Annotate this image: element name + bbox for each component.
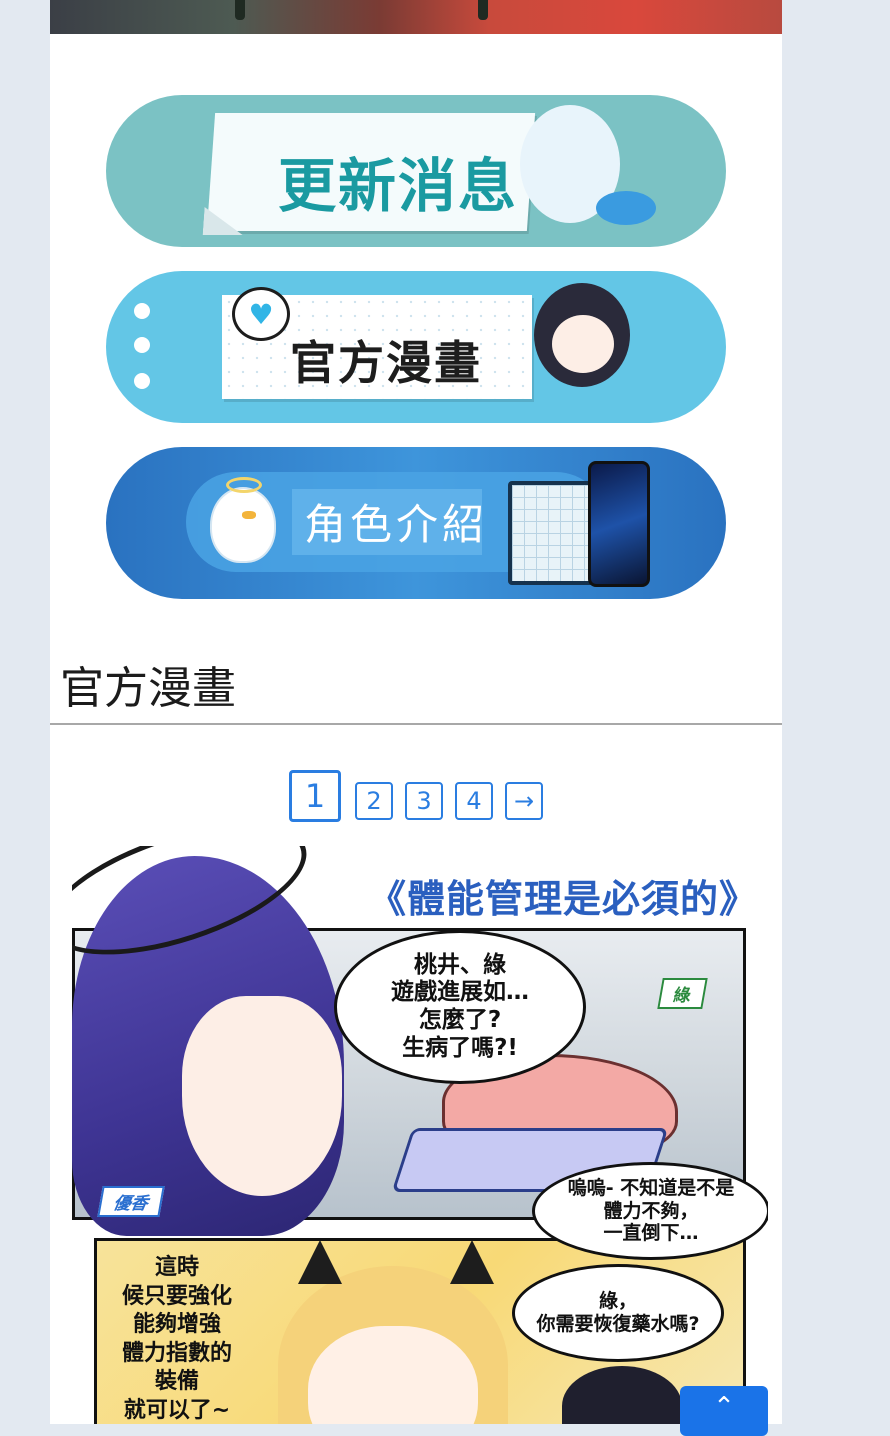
phone-image	[588, 461, 650, 587]
official-comic-button-label: 官方漫畫	[290, 336, 482, 390]
tablet-image	[508, 481, 596, 585]
section-title: 官方漫畫	[60, 663, 236, 714]
banner-decoration	[235, 0, 245, 20]
name-tag-yuuka: 優香	[97, 1186, 165, 1217]
comic-title: 《體能管理是必須的》	[368, 877, 759, 921]
page-3-button[interactable]: 3	[405, 782, 443, 820]
cat-ear-image	[450, 1240, 494, 1284]
news-button[interactable]: 更新消息	[106, 95, 726, 247]
speech-bubble: 桃井、綠 遊戲進展如… 怎麼了? 生病了嗎?!	[334, 930, 586, 1084]
dot-decoration	[134, 337, 150, 353]
narration-text: 這時 候只要強化 能夠增強 體力指數的 裝備 就可以了~	[121, 1255, 232, 1423]
scroll-to-top-button[interactable]: ⌃	[680, 1386, 768, 1436]
dot-decoration	[134, 373, 150, 389]
dot-decoration	[134, 303, 150, 319]
character-intro-button[interactable]: 角色介紹	[106, 447, 726, 599]
bird-mascot-icon	[210, 477, 276, 563]
page-4-button[interactable]: 4	[455, 782, 493, 820]
name-tag-midori: 綠	[657, 978, 708, 1009]
chibi-face-image	[552, 315, 614, 373]
news-button-label: 更新消息	[278, 152, 519, 220]
content-column: 更新消息 ♥ 官方漫畫 角色介紹 官方漫畫 1 2 3 4 → 《體能管理是必須…	[50, 0, 782, 1424]
comic-image: 《體能管理是必須的》 桃井、綠 遊戲進展如… 怎麼了? 生病了嗎?! 綠 優香 …	[72, 846, 768, 1424]
next-page-button[interactable]: →	[505, 782, 543, 820]
banner-decoration	[478, 0, 488, 20]
page-1-button[interactable]: 1	[289, 770, 341, 822]
cat-ear-image	[298, 1240, 342, 1284]
speech-bubble: 嗚嗚- 不知道是不是 體力不夠， 一直倒下…	[532, 1162, 768, 1260]
arrow-up-icon: ⌃	[713, 1392, 735, 1422]
top-banner-image	[50, 0, 782, 34]
divider	[50, 723, 782, 725]
official-comic-button[interactable]: ♥ 官方漫畫	[106, 271, 726, 423]
page-2-button[interactable]: 2	[355, 782, 393, 820]
heart-icon: ♥	[232, 287, 290, 341]
yuuka-face-image	[182, 996, 342, 1196]
whale-plush-image	[596, 191, 656, 225]
character-intro-button-label: 角色介紹	[304, 500, 489, 549]
speech-bubble: 綠， 你需要恢復藥水嗎?	[512, 1264, 724, 1362]
